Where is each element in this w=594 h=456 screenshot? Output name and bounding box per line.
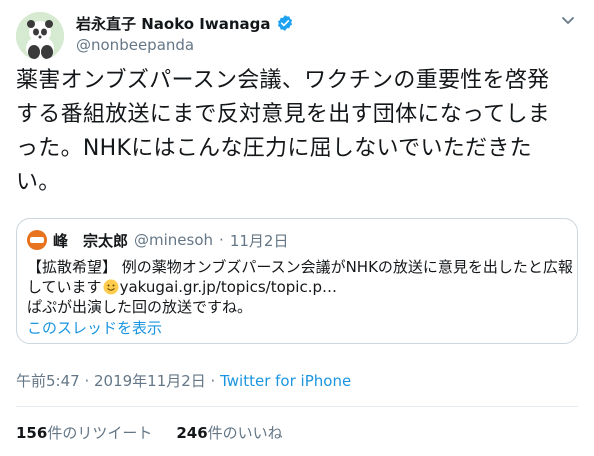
tweet-meta: 午前5:47 · 2019年11月2日 · Twitter for iPhone: [16, 370, 351, 391]
quoted-line-prefix: しています: [27, 278, 102, 296]
smiling-face-icon: [103, 279, 119, 295]
quoted-handle: @minesoh: [134, 231, 214, 249]
tweet-timestamp[interactable]: 午前5:47 · 2019年11月2日 ·: [16, 372, 220, 390]
retweets-stat[interactable]: 156件のリツイート: [16, 422, 152, 443]
tweet-text-line: った。NHKにはこんな圧力に屈しないでいただきた: [16, 136, 532, 161]
tweet-text-line: い。: [16, 170, 61, 195]
divider: [16, 406, 578, 407]
show-thread-link[interactable]: このスレッドを表示: [27, 317, 162, 338]
chevron-down-icon[interactable]: [558, 10, 578, 30]
quoted-avatar: [27, 230, 47, 250]
avatar[interactable]: [16, 12, 64, 60]
tweet-text: 薬害オンブズパースン会議、ワクチンの重要性を啓発 する番組放送にまで反対意見を出…: [16, 64, 576, 200]
tweet-text-line: する番組放送にまで反対意見を出す団体になってしま: [16, 102, 551, 127]
display-name-row: 岩永直子 Naoko Iwanaga: [76, 12, 294, 34]
quoted-tweet[interactable]: 峰 宗太郎 @minesoh · 11月2日 【拡散希望】 例の薬物オンブズパー…: [16, 218, 578, 344]
display-name[interactable]: 岩永直子 Naoko Iwanaga: [76, 13, 271, 34]
likes-stat[interactable]: 246件のいいね: [176, 422, 282, 443]
client-link[interactable]: Twitter for iPhone: [220, 372, 351, 390]
panda-avatar-icon: [16, 12, 64, 60]
quoted-link[interactable]: yakugai.gr.jp/topics/topic.p…: [120, 278, 337, 296]
retweets-label: 件のリツイート: [47, 424, 153, 442]
handle[interactable]: @nonbeepanda: [76, 36, 294, 54]
quoted-line: 【拡散希望】 例の薬物オンブズパースン会議がNHKの放送に意見を出したと広報: [27, 258, 573, 276]
quoted-line: しています yakugai.gr.jp/topics/topic.p…: [27, 277, 572, 297]
retweets-count: 156: [16, 424, 48, 442]
verified-badge-icon: [277, 15, 292, 31]
quoted-body: 【拡散希望】 例の薬物オンブズパースン会議がNHKの放送に意見を出したと広報 し…: [27, 257, 573, 317]
likes-label: 件のいいね: [207, 424, 283, 442]
tweet-stats: 156件のリツイート 246件のいいね: [16, 422, 283, 443]
tweet-text-line: 薬害オンブズパースン会議、ワクチンの重要性を啓発: [16, 68, 550, 93]
quoted-line: ぱぷが出演した回の放送ですね。: [27, 298, 253, 316]
likes-count: 246: [176, 424, 208, 442]
quoted-name: 峰 宗太郎: [53, 231, 129, 250]
quoted-date: 11月2日: [229, 231, 289, 250]
quoted-separator: ·: [219, 231, 224, 249]
quoted-header: 峰 宗太郎 @minesoh · 11月2日: [27, 229, 288, 251]
author-block: 岩永直子 Naoko Iwanaga @nonbeepanda: [76, 12, 294, 54]
